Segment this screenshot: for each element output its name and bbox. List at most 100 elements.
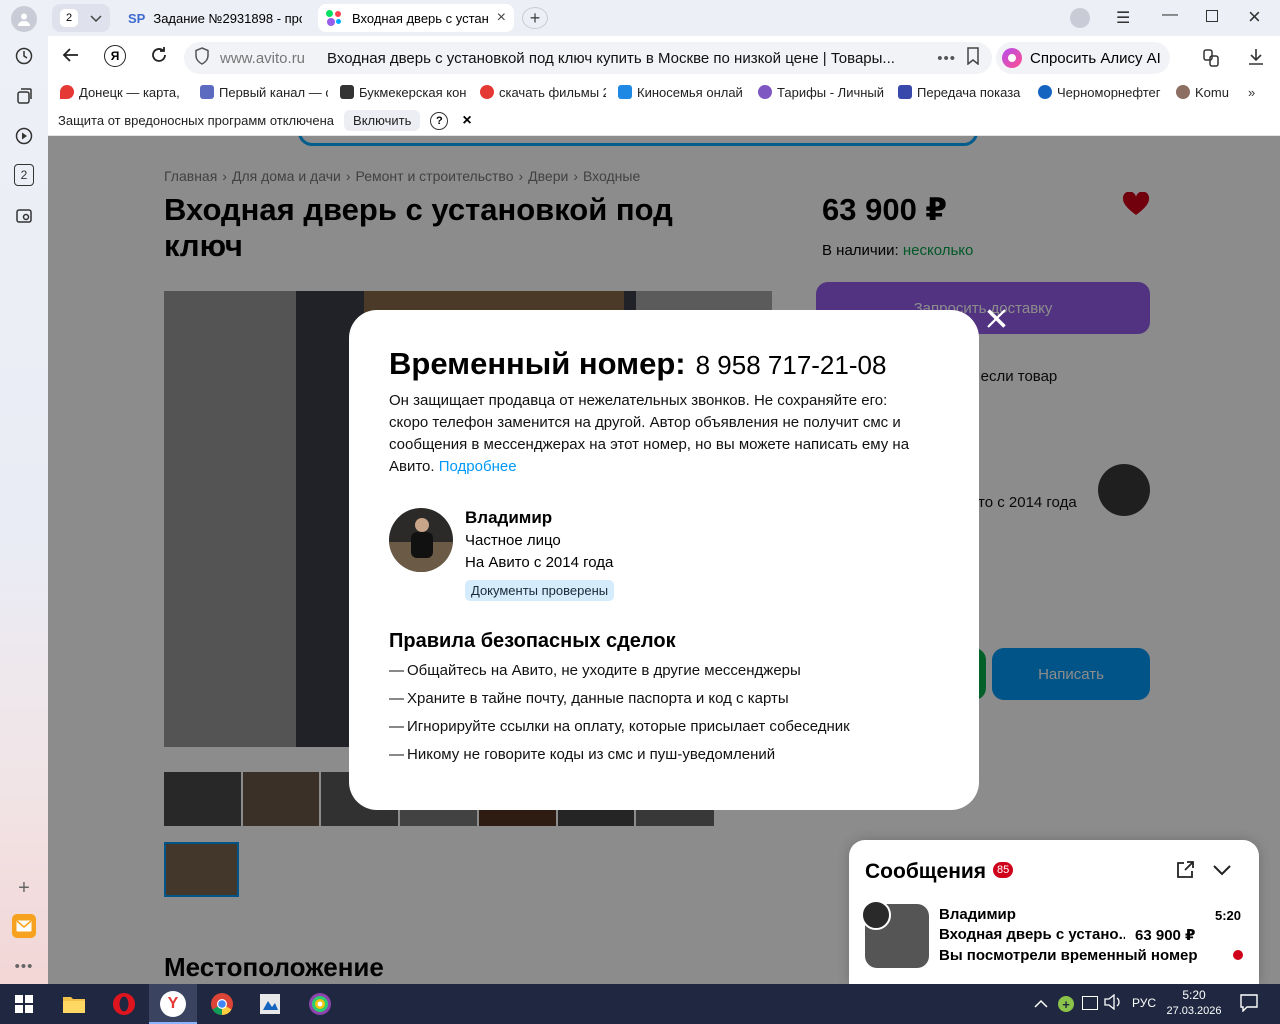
close-window-icon[interactable]: ×	[1248, 4, 1261, 30]
alice-button[interactable]: Спросить Алису AI	[996, 42, 1170, 74]
yandex-browser-icon: Y	[160, 991, 186, 1017]
seller-avatar	[389, 508, 453, 572]
tab-title: Задание №2931898 - про	[153, 10, 302, 26]
close-infobar-icon[interactable]: ×	[462, 112, 471, 130]
account-icon[interactable]	[1070, 8, 1090, 28]
unread-dot	[1233, 950, 1243, 960]
history-icon[interactable]	[12, 44, 36, 68]
clock[interactable]: 5:20 27.03.2026	[1166, 988, 1222, 1017]
bookmarks-bar: Донецк — карта, Первый канал — с Букмеке…	[48, 78, 1280, 106]
new-tab-button[interactable]: +	[522, 7, 548, 29]
back-icon[interactable]	[62, 46, 80, 69]
show-hidden-icons[interactable]	[1034, 995, 1048, 1011]
enable-protection-button[interactable]: Включить	[344, 110, 421, 131]
screenshot-icon[interactable]	[12, 204, 36, 228]
bookmark-item[interactable]: Передача показа	[898, 85, 1026, 100]
temporary-phone-number: 8 958 717-21-08	[695, 350, 887, 380]
docs-verified-badge: Документы проверены	[465, 580, 615, 601]
rule-item: — Никому не говорите коды из смс и пуш-ув…	[389, 746, 949, 774]
windows-start-icon[interactable]	[10, 990, 38, 1018]
notifications-icon[interactable]	[1240, 994, 1258, 1017]
yandex-logo-icon[interactable]: Я	[104, 45, 126, 67]
bookmark-label: Первый канал — с	[219, 84, 328, 100]
chat-item-title: Входная дверь с устано...	[939, 926, 1125, 943]
opera-icon[interactable]	[110, 990, 138, 1018]
clock-date: 27.03.2026	[1166, 1005, 1222, 1017]
bookmaker-icon	[340, 85, 354, 99]
bookmark-item[interactable]: Тарифы - Личный	[758, 85, 886, 100]
tabs-count-icon[interactable]: 2	[14, 164, 34, 186]
media-play-icon[interactable]	[12, 124, 36, 148]
restore-icon[interactable]	[1206, 10, 1218, 22]
seller-type: Частное лицо	[465, 532, 561, 549]
bookmark-item[interactable]: Донецк — карта,	[60, 85, 188, 100]
security-tray-icon[interactable]: +	[1058, 996, 1074, 1012]
more-info-link[interactable]: Подробнее	[439, 458, 517, 475]
more-icon[interactable]: •••	[12, 954, 36, 978]
bookmark-item[interactable]: скачать фильмы 2	[480, 85, 606, 100]
url-page-title: Входная дверь с установкой под ключ купи…	[327, 49, 895, 67]
alice-icon	[1002, 48, 1022, 68]
bookmark-item[interactable]: Черноморнефтег	[1038, 85, 1164, 100]
rule-item: — Игнорируйте ссылки на оплату, которые п…	[389, 718, 949, 746]
bookmark-item[interactable]: Первый канал — с	[200, 85, 328, 100]
open-external-icon[interactable]	[1175, 860, 1195, 885]
more-options-icon[interactable]: •••	[937, 50, 956, 67]
more-bookmarks-icon[interactable]: »	[1248, 85, 1255, 100]
tab-avito-active[interactable]: Входная дверь с устан ×	[318, 4, 514, 32]
yandex-browser-taskbar-item[interactable]: Y	[149, 984, 197, 1024]
chat-last-message: Вы посмотрели временный номер	[939, 947, 1198, 964]
map-pin-icon	[60, 85, 74, 99]
tv-icon	[200, 85, 214, 99]
add-panel-icon[interactable]: +	[12, 876, 36, 900]
oil-drop-icon	[1038, 85, 1052, 99]
chat-contact-name: Владимир	[939, 906, 1016, 923]
extensions-icon[interactable]	[1202, 48, 1220, 68]
profile-avatar-icon[interactable]	[11, 6, 37, 32]
monitor-icon	[618, 85, 632, 99]
reload-icon[interactable]	[150, 46, 168, 69]
app-icon[interactable]	[256, 990, 284, 1018]
messages-title: Сообщения	[865, 860, 987, 883]
chevron-down-icon[interactable]	[90, 11, 102, 26]
tab-bar: 2 SP Задание №2931898 - про Входная двер…	[48, 0, 1280, 36]
tab-title: Входная дверь с устан	[352, 10, 489, 26]
shield-icon[interactable]	[194, 47, 210, 69]
rule-text: Храните в тайне почту, данные паспорта и…	[407, 690, 789, 707]
bookmark-item[interactable]: Komu	[1176, 85, 1230, 100]
input-language[interactable]: РУС	[1132, 996, 1156, 1010]
volume-icon[interactable]	[1104, 993, 1122, 1013]
windows-taskbar: Y + РУС 5:20 27.03.2026	[0, 984, 1280, 1024]
seller-since: На Авито с 2014 года	[465, 554, 614, 571]
collections-icon[interactable]	[12, 84, 36, 108]
chevron-down-icon[interactable]	[1213, 864, 1231, 882]
mail-app-icon[interactable]	[12, 914, 36, 938]
menu-icon[interactable]: ☰	[1116, 8, 1130, 28]
chat-item-thumbnail[interactable]	[861, 900, 929, 968]
network-icon[interactable]	[1082, 996, 1098, 1010]
bookmark-label: Komu	[1195, 84, 1229, 100]
address-bar[interactable]: www.avito.ru Входная дверь с установкой …	[184, 42, 992, 74]
clock-time: 5:20	[1182, 988, 1206, 1002]
bookmark-label: Передача показа	[917, 84, 1021, 100]
meter-icon	[898, 85, 912, 99]
infobar-message: Защита от вредоносных программ отключена	[58, 113, 335, 128]
modal-description: Он защищает продавца от нежелательных зв…	[389, 390, 929, 478]
bookmark-icon[interactable]	[966, 47, 980, 69]
yandex-icon	[480, 85, 494, 99]
security-infobar: Защита от вредоносных программ отключена…	[48, 106, 1280, 136]
tab-assignment[interactable]: SP Задание №2931898 - про	[120, 4, 310, 32]
minimize-icon[interactable]: —	[1162, 6, 1178, 24]
close-tab-icon[interactable]: ×	[497, 9, 506, 27]
bookmark-item[interactable]: Букмекерская кон	[340, 85, 468, 100]
rules-list: — Общайтесь на Авито, не уходите в другие…	[389, 662, 949, 774]
tab-group[interactable]: 2	[52, 4, 110, 32]
browser-app-icon[interactable]	[306, 990, 334, 1018]
help-icon[interactable]: ?	[430, 111, 449, 130]
unread-badge: 85	[993, 862, 1014, 878]
chrome-icon[interactable]	[208, 990, 236, 1018]
download-icon[interactable]	[1248, 48, 1264, 71]
close-modal-button[interactable]	[987, 308, 1007, 328]
file-explorer-icon[interactable]	[60, 990, 88, 1018]
bookmark-item[interactable]: Киносемья онлай	[618, 85, 746, 100]
